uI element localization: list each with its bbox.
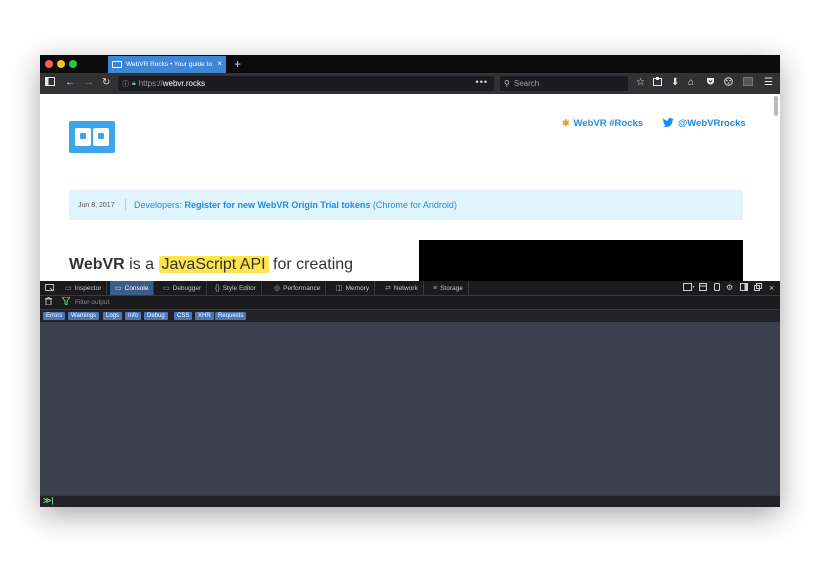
debugger-icon: ▭ <box>163 285 170 292</box>
news-banner: Jun 8, 2017 Developers: Register for new… <box>69 190 743 220</box>
tab-storage[interactable]: ≡ Storage <box>428 281 469 295</box>
hero-heading: WebVR is a JavaScript API for creating <box>69 256 353 274</box>
twitter-link[interactable]: @WebVRrocks <box>663 118 746 129</box>
filter-output-input[interactable]: Filter output <box>75 297 109 308</box>
browser-tab-active[interactable]: WebVR Rocks • Your guide to × <box>108 56 226 73</box>
tab-performance[interactable]: ◎ Performance <box>269 281 327 295</box>
network-icon: ⇄ <box>385 285 391 292</box>
banner-date: Jun 8, 2017 <box>78 201 115 209</box>
tab-style-editor[interactable]: {} Style Editor <box>210 281 262 295</box>
back-icon[interactable]: ← <box>65 77 75 89</box>
tab-console[interactable]: ▭ Console <box>110 281 155 295</box>
performance-icon: ◎ <box>274 285 281 292</box>
hero-rest: for creating <box>268 256 354 273</box>
banner-prefix: Developers: <box>134 200 185 210</box>
tab-close-icon[interactable]: × <box>217 59 222 68</box>
browser-window: WebVR Rocks • Your guide to × + ← → ↻ ⓘ … <box>40 55 780 507</box>
element-picker-icon[interactable] <box>40 281 60 295</box>
info-icon[interactable]: ⓘ <box>122 79 129 89</box>
hero-highlight: JavaScript API <box>158 256 269 273</box>
close-devtools-icon[interactable]: × <box>769 283 774 293</box>
tab-debugger[interactable]: ▭ Debugger <box>158 281 208 295</box>
close-window-button[interactable] <box>45 60 53 68</box>
tab-network[interactable]: ⇄ Network <box>380 281 424 295</box>
hero-is: is a <box>124 256 159 273</box>
lock-icon[interactable]: 🔒︎ <box>132 80 136 88</box>
device-icon[interactable] <box>714 283 720 294</box>
inspector-icon: ▭ <box>65 285 72 292</box>
reload-icon[interactable]: ↻ <box>102 77 110 89</box>
sidebar-toggle-icon[interactable] <box>45 77 55 90</box>
style-editor-icon: {} <box>215 284 220 292</box>
devtools-toolbar: ▭ Inspector ▭ Console ▭ Debugger {} Styl… <box>40 281 780 296</box>
home-icon[interactable]: ⌂ <box>688 77 694 89</box>
storage-icon: ≡ <box>433 284 438 292</box>
extension-icon[interactable] <box>724 77 733 90</box>
split-console-icon[interactable] <box>683 283 695 294</box>
filter-chip-xhr[interactable]: XHR <box>195 312 214 320</box>
settings-gear-icon[interactable]: ⚙ <box>726 283 733 293</box>
video-player[interactable] <box>419 240 743 281</box>
banner-link[interactable]: Register for new WebVR Origin Trial toke… <box>185 200 371 210</box>
page-scrollbar[interactable] <box>774 96 778 116</box>
url-bar[interactable]: ⓘ 🔒︎ https:// webvr.rocks ••• <box>118 76 494 91</box>
library-icon[interactable] <box>653 77 662 90</box>
memory-icon: ◫ <box>336 285 343 292</box>
menu-icon[interactable]: ☰ <box>764 77 773 89</box>
dock-side-icon[interactable] <box>740 283 748 294</box>
url-domain: webvr.rocks <box>162 79 205 88</box>
search-input[interactable]: ⚲ Search <box>500 76 628 91</box>
filter-chip-errors[interactable]: Errors <box>43 312 66 320</box>
filter-chip-requests[interactable]: Requests <box>215 312 247 320</box>
filter-chip-warnings[interactable]: Warnings <box>68 312 100 320</box>
slack-icon: ✱ <box>562 118 570 128</box>
console-prompt-icon: ≫| <box>43 496 54 505</box>
webvr-logo[interactable] <box>69 121 115 153</box>
downloads-icon[interactable]: ⬇ <box>671 77 679 89</box>
slack-link[interactable]: ✱ WebVR #Rocks <box>562 118 643 129</box>
console-input[interactable]: ≫| <box>40 495 780 507</box>
twitter-link-label: @WebVRrocks <box>678 118 746 129</box>
console-filter-row: Filter output <box>40 296 780 310</box>
banner-message: Developers: Register for new WebVR Origi… <box>134 200 457 210</box>
hero-bold: WebVR <box>69 256 125 273</box>
tab-memory[interactable]: ◫ Memory <box>331 281 376 295</box>
screenshot-icon[interactable] <box>743 77 753 90</box>
banner-suffix: (Chrome for Android) <box>370 200 457 210</box>
maximize-window-button[interactable] <box>69 60 77 68</box>
navigation-bar: ← → ↻ ⓘ 🔒︎ https:// webvr.rocks ••• ⚲ Se… <box>40 73 780 94</box>
clear-console-icon[interactable] <box>45 297 52 307</box>
pocket-icon[interactable] <box>706 77 715 90</box>
console-filter-chips: Errors Warnings Logs Info Debug CSS XHR … <box>40 310 780 322</box>
bookmark-star-icon[interactable]: ☆ <box>636 77 645 89</box>
devtools-panel: ▭ Inspector ▭ Console ▭ Debugger {} Styl… <box>40 281 780 507</box>
filter-chip-css[interactable]: CSS <box>174 312 193 320</box>
url-protocol: https:// <box>138 79 163 88</box>
tab-strip: WebVR Rocks • Your guide to × + <box>40 55 780 73</box>
search-icon: ⚲ <box>504 79 510 88</box>
slack-link-label: WebVR #Rocks <box>573 118 644 129</box>
filter-chip-debug[interactable]: Debug <box>144 312 168 320</box>
responsive-design-icon[interactable] <box>699 283 707 294</box>
minimize-window-button[interactable] <box>57 60 65 68</box>
filter-funnel-icon[interactable] <box>61 296 71 307</box>
page-content: ✱ WebVR #Rocks @WebVRrocks Jun 8, 2017 D… <box>40 94 780 281</box>
console-icon: ▭ <box>115 285 122 292</box>
search-placeholder: Search <box>513 79 540 88</box>
favicon-icon <box>112 61 122 68</box>
tab-title: WebVR Rocks • Your guide to <box>126 61 212 68</box>
filter-chip-logs[interactable]: Logs <box>103 312 123 320</box>
forward-icon[interactable]: → <box>84 77 94 89</box>
undock-icon[interactable] <box>754 283 762 294</box>
filter-chip-info[interactable]: Info <box>125 312 142 320</box>
new-tab-button[interactable]: + <box>234 56 241 72</box>
tab-inspector[interactable]: ▭ Inspector <box>60 281 108 295</box>
console-output <box>40 322 780 495</box>
page-actions-icon[interactable]: ••• <box>476 77 488 87</box>
twitter-icon <box>663 118 674 129</box>
